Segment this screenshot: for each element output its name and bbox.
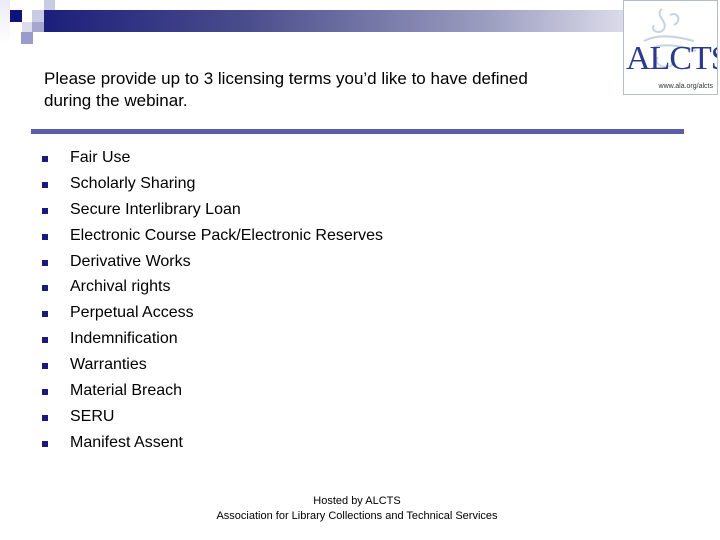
list-item: Fair Use [40, 147, 383, 173]
list-item-label: Secure Interlibrary Loan [70, 200, 241, 218]
deco-square [21, 32, 33, 44]
list-item-label: Warranties [70, 356, 147, 374]
title-divider [31, 129, 684, 134]
list-item: Derivative Works [40, 251, 383, 277]
list-item: Archival rights [40, 276, 383, 302]
square-bullet-icon [42, 389, 48, 396]
footer-hosted-by: Hosted by ALCTS [313, 495, 401, 507]
list-item: Secure Interlibrary Loan [40, 199, 383, 225]
deco-square [10, 10, 22, 22]
list-item: Manifest Assent [40, 432, 383, 458]
list-item: SERU [40, 406, 383, 432]
square-bullet-icon [42, 156, 48, 162]
slide-title-line-1: Please provide up to 3 licensing terms y… [44, 69, 528, 88]
list-item-label: Material Breach [70, 382, 183, 400]
list-item-label: SERU [70, 407, 115, 425]
list-item-label: Derivative Works [70, 252, 191, 270]
list-item: Scholarly Sharing [40, 173, 383, 199]
list-item-label: Perpetual Access [70, 304, 194, 322]
square-bullet-icon [42, 414, 48, 421]
alcts-logo: ALCTS www.ala.org/alcts [623, 0, 718, 95]
deco-square [0, 0, 10, 44]
list-item: Electronic Course Pack/Electronic Reserv… [40, 225, 383, 251]
list-item: Warranties [40, 354, 383, 380]
list-item: Material Breach [40, 380, 383, 406]
deco-square [44, 0, 55, 10]
logo-wordmark: ALCTS [626, 40, 717, 77]
deco-square [22, 22, 32, 32]
logo-url: www.ala.org/alcts [658, 83, 713, 90]
licensing-terms-list: Fair Use Scholarly Sharing Secure Interl… [40, 147, 383, 458]
square-bullet-icon [42, 259, 48, 266]
square-bullet-icon [42, 337, 48, 344]
square-bullet-icon [42, 440, 48, 447]
footer-organization: Association for Library Collections and … [216, 510, 498, 522]
square-bullet-icon [42, 181, 48, 188]
square-bullet-icon [42, 285, 48, 292]
slide-title: Please provide up to 3 licensing terms y… [44, 68, 624, 112]
list-item-label: Electronic Course Pack/Electronic Reserv… [70, 226, 384, 244]
deco-square [32, 22, 44, 32]
slide-title-line-2: during the webinar. [44, 91, 188, 110]
list-item-label: Fair Use [70, 149, 131, 166]
deco-square [32, 10, 44, 22]
square-bullet-icon [42, 363, 48, 370]
square-bullet-icon [42, 311, 48, 318]
header-gradient-band [44, 10, 720, 32]
list-item-label: Archival rights [70, 278, 171, 296]
list-item-label: Indemnification [70, 330, 178, 348]
list-item: Indemnification [40, 328, 383, 354]
square-bullet-icon [42, 207, 48, 214]
list-item-label: Scholarly Sharing [70, 174, 196, 192]
list-item-label: Manifest Assent [70, 433, 183, 451]
list-item: Perpetual Access [40, 302, 383, 328]
slide-footer: Hosted by ALCTS Association for Library … [0, 494, 714, 524]
square-bullet-icon [42, 233, 48, 240]
